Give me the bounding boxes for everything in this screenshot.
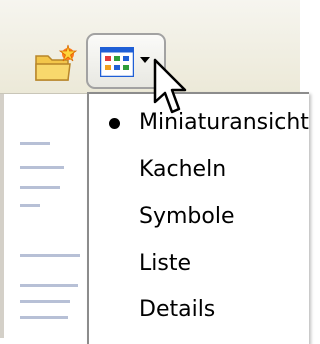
explorer-window: Miniaturansicht Kacheln Symbole Liste De…	[0, 0, 309, 344]
menu-item-list[interactable]: Liste	[89, 241, 309, 287]
views-grid-icon	[100, 47, 134, 77]
side-panel	[0, 94, 89, 338]
panel-line	[20, 166, 64, 169]
toolbar	[0, 0, 300, 94]
selected-bullet-icon	[109, 118, 120, 129]
panel-line	[20, 204, 40, 207]
mouse-cursor-icon	[153, 58, 187, 114]
menu-item-icons[interactable]: Symbole	[89, 194, 309, 240]
menu-item-tiles[interactable]: Kacheln	[89, 147, 309, 193]
menu-item-details[interactable]: Details	[89, 287, 309, 333]
menu-item-thumbnails[interactable]: Miniaturansicht	[89, 100, 309, 146]
menu-item-label: Details	[139, 297, 216, 322]
window-left-border	[0, 94, 4, 338]
panel-line	[20, 142, 50, 145]
new-folder-button[interactable]	[34, 42, 78, 86]
panel-line	[20, 284, 78, 287]
panel-line	[20, 316, 68, 319]
menu-item-label: Kacheln	[139, 157, 227, 182]
dropdown-arrow-icon	[140, 57, 150, 63]
menu-item-label: Liste	[139, 251, 191, 276]
panel-line	[20, 300, 70, 303]
panel-line	[20, 254, 80, 257]
new-folder-icon	[35, 44, 78, 81]
views-menu: Miniaturansicht Kacheln Symbole Liste De…	[87, 92, 309, 344]
menu-item-label: Symbole	[139, 204, 235, 229]
panel-line	[20, 186, 60, 189]
